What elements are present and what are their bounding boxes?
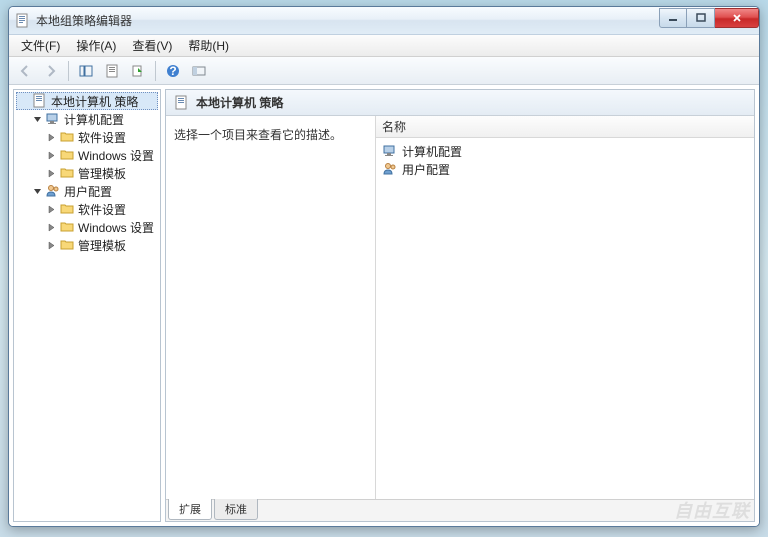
details-title: 本地计算机 策略 [196, 94, 283, 111]
minimize-button[interactable] [659, 8, 687, 28]
menubar: 文件(F) 操作(A) 查看(V) 帮助(H) [9, 35, 759, 57]
main-window: 本地组策略编辑器 文件(F) 操作(A) 查看(V) 帮助(H) ? [8, 6, 760, 527]
collapse-icon[interactable] [32, 114, 43, 125]
expand-icon[interactable] [46, 168, 57, 179]
details-body: 选择一个项目来查看它的描述。 名称 计算机配置 用户配置 [166, 116, 754, 499]
toolbar-separator [155, 61, 156, 81]
expand-icon[interactable] [46, 240, 57, 251]
tree-label: 管理模板 [78, 237, 126, 254]
bottom-tabs: 扩展 标准 [166, 499, 754, 521]
tree-toggle-icon [19, 96, 30, 107]
tree-label: Windows 设置 [78, 219, 154, 236]
tree-node-user-config[interactable]: 用户配置 [30, 182, 158, 200]
help-button[interactable]: ? [161, 59, 185, 83]
folder-icon [59, 129, 75, 145]
collapse-icon[interactable] [32, 186, 43, 197]
list-item-label: 计算机配置 [402, 143, 462, 160]
tree-root-node[interactable]: 本地计算机 策略 [16, 92, 158, 110]
properties-button[interactable] [100, 59, 124, 83]
tab-extended[interactable]: 扩展 [168, 499, 212, 520]
computer-icon [45, 111, 61, 127]
folder-icon [59, 147, 75, 163]
tree-node-computer-config[interactable]: 计算机配置 [30, 110, 158, 128]
tree-root: 本地计算机 策略 计算机配置 软件设置 [14, 90, 160, 256]
toolbar-separator [68, 61, 69, 81]
expand-icon[interactable] [46, 132, 57, 143]
tree-label: 用户配置 [64, 183, 112, 200]
folder-icon [59, 237, 75, 253]
expand-icon[interactable] [46, 204, 57, 215]
list-item-label: 用户配置 [402, 161, 450, 178]
maximize-button[interactable] [687, 8, 715, 28]
details-pane: 本地计算机 策略 选择一个项目来查看它的描述。 名称 计算机配置 [165, 89, 755, 522]
tree-node-windows[interactable]: Windows 设置 [44, 146, 158, 164]
export-button[interactable] [126, 59, 150, 83]
tree-label: 软件设置 [78, 129, 126, 146]
user-icon [382, 161, 398, 177]
column-name: 名称 [382, 118, 406, 135]
tree-node-templates[interactable]: 管理模板 [44, 164, 158, 182]
toolbar: ? [9, 57, 759, 85]
menu-help[interactable]: 帮助(H) [180, 35, 237, 56]
titlebar[interactable]: 本地组策略编辑器 [9, 7, 759, 35]
list-header[interactable]: 名称 [376, 116, 754, 138]
policy-icon [174, 95, 190, 111]
folder-icon [59, 219, 75, 235]
list-item-user-config[interactable]: 用户配置 [380, 160, 750, 178]
menu-view[interactable]: 查看(V) [124, 35, 180, 56]
list-column: 名称 计算机配置 用户配置 [376, 116, 754, 499]
menu-file[interactable]: 文件(F) [13, 35, 68, 56]
list-item-computer-config[interactable]: 计算机配置 [380, 142, 750, 160]
close-button[interactable] [715, 8, 759, 28]
forward-button[interactable] [39, 59, 63, 83]
expand-icon[interactable] [46, 222, 57, 233]
tab-standard[interactable]: 标准 [214, 499, 258, 520]
tree-node-windows[interactable]: Windows 设置 [44, 218, 158, 236]
tree-label: 软件设置 [78, 201, 126, 218]
menu-action[interactable]: 操作(A) [68, 35, 124, 56]
expand-icon[interactable] [46, 150, 57, 161]
computer-icon [382, 143, 398, 159]
tree-node-templates[interactable]: 管理模板 [44, 236, 158, 254]
tree-label: 管理模板 [78, 165, 126, 182]
tree-label: 本地计算机 策略 [51, 93, 138, 110]
description-text: 选择一个项目来查看它的描述。 [174, 126, 367, 143]
filter-button[interactable] [187, 59, 211, 83]
details-header: 本地计算机 策略 [166, 90, 754, 116]
user-icon [45, 183, 61, 199]
app-icon [15, 13, 31, 29]
description-column: 选择一个项目来查看它的描述。 [166, 116, 376, 499]
policy-icon [32, 93, 48, 109]
list-body: 计算机配置 用户配置 [376, 138, 754, 499]
tree-node-software[interactable]: 软件设置 [44, 128, 158, 146]
tree-label: 计算机配置 [64, 111, 124, 128]
folder-icon [59, 201, 75, 217]
window-controls [659, 8, 759, 28]
window-title: 本地组策略编辑器 [36, 12, 659, 29]
folder-icon [59, 165, 75, 181]
svg-text:?: ? [169, 64, 176, 78]
tree-label: Windows 设置 [78, 147, 154, 164]
back-button[interactable] [13, 59, 37, 83]
show-tree-button[interactable] [74, 59, 98, 83]
tree-node-software[interactable]: 软件设置 [44, 200, 158, 218]
tree-pane[interactable]: 本地计算机 策略 计算机配置 软件设置 [13, 89, 161, 522]
content-area: 本地计算机 策略 计算机配置 软件设置 [9, 85, 759, 526]
